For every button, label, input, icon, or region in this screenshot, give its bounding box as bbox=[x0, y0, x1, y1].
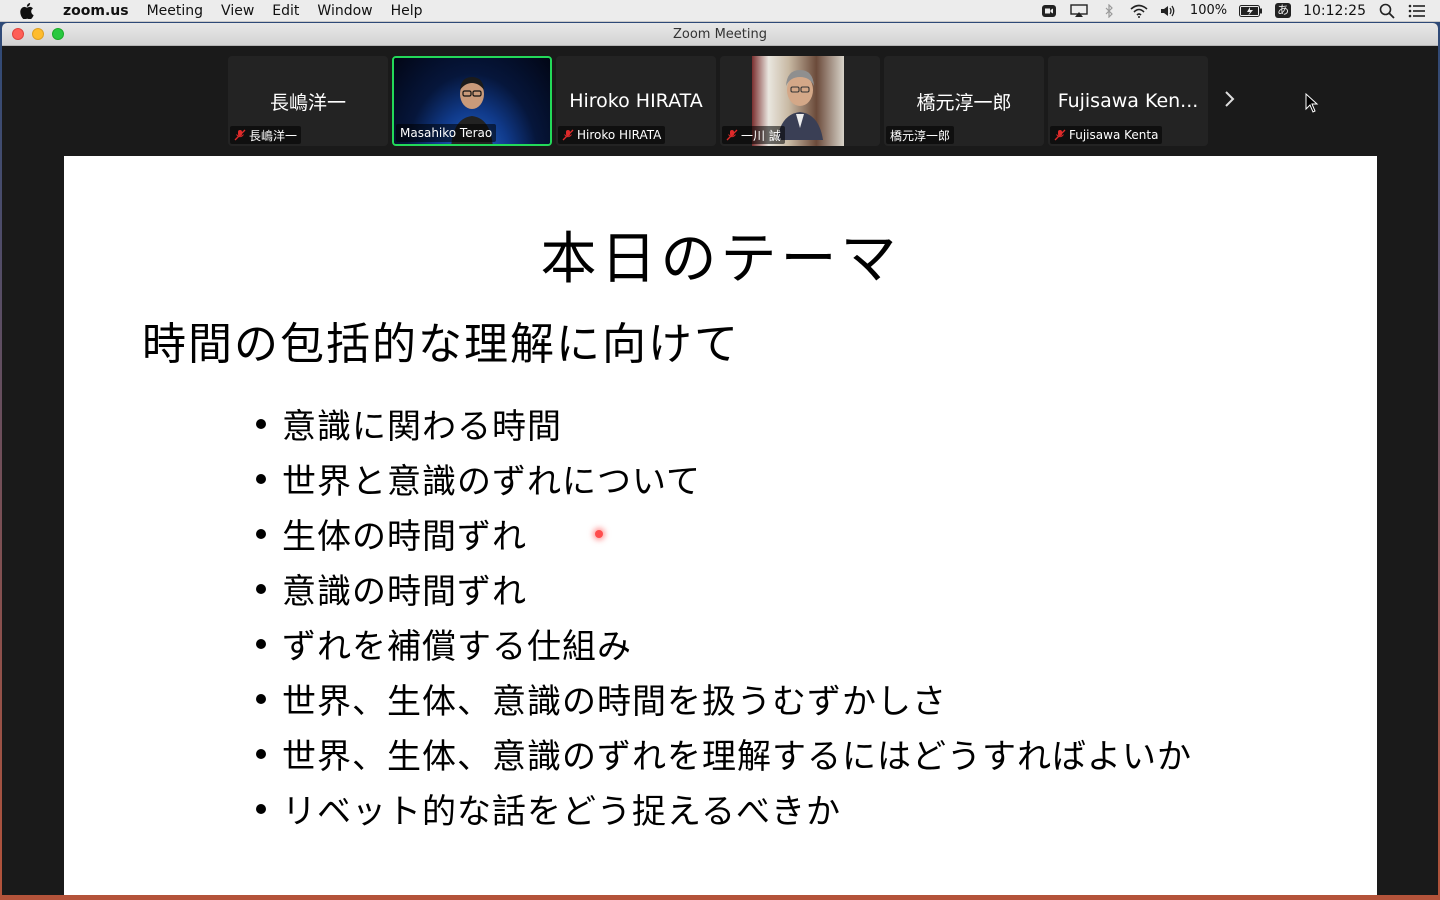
volume-icon[interactable] bbox=[1160, 4, 1178, 18]
menu-clock[interactable]: 10:12:25 bbox=[1303, 3, 1366, 19]
close-window-button[interactable] bbox=[12, 28, 24, 40]
mic-muted-icon bbox=[234, 129, 246, 141]
participant-display-name: 長嶋洋一 bbox=[269, 91, 346, 114]
window-titlebar[interactable]: Zoom Meeting bbox=[2, 23, 1438, 46]
slide-bullet-text: 世界、生体、意識のずれを理解するにはどうすればよいか bbox=[282, 737, 1192, 777]
participant-label-text: Masahiko Terao bbox=[400, 126, 493, 140]
next-participants-chevron-icon[interactable] bbox=[1224, 89, 1236, 113]
zoom-icon[interactable] bbox=[1040, 4, 1058, 18]
mic-muted-icon bbox=[1054, 129, 1066, 141]
bullet-dot-icon bbox=[256, 583, 266, 594]
bullet-dot-icon bbox=[256, 473, 266, 484]
slide-bullet-text: 意識の時間ずれ bbox=[282, 572, 527, 612]
bullet-dot-icon bbox=[256, 748, 266, 759]
participant-tile[interactable]: 橋元淳一郎 橋元淳一郎 bbox=[884, 56, 1044, 146]
participant-tile[interactable]: Fujisawa Ken... Fujisawa Kenta bbox=[1048, 56, 1208, 146]
participant-label-text: Hiroko HIRATA bbox=[577, 128, 662, 142]
slide-bullet: 世界、生体、意識の時間を扱うむずかしさ bbox=[256, 671, 1192, 726]
spotlight-icon[interactable] bbox=[1378, 3, 1396, 19]
bullet-dot-icon bbox=[256, 693, 266, 704]
bullet-dot-icon bbox=[256, 638, 266, 649]
menu-bar: zoom.us Meeting View Edit Window Help 10… bbox=[0, 0, 1440, 22]
participant-display-name: Fujisawa Ken... bbox=[1057, 90, 1199, 112]
slide-title: 本日のテーマ bbox=[540, 227, 901, 292]
menu-edit[interactable]: Edit bbox=[263, 3, 308, 19]
apple-menu-icon[interactable] bbox=[0, 2, 54, 19]
slide-bullet: 世界と意識のずれについて bbox=[256, 451, 1192, 506]
participant-label-text: 長嶋洋一 bbox=[249, 128, 298, 143]
participant-label: 長嶋洋一 bbox=[230, 126, 302, 144]
mouse-cursor-icon bbox=[1305, 93, 1319, 113]
slide-bullet-text: 意識に関わる時間 bbox=[282, 407, 562, 447]
slide-bullet: 意識の時間ずれ bbox=[256, 561, 1192, 616]
participant-label: 一川 誠 bbox=[722, 126, 785, 144]
participant-label: Fujisawa Kenta bbox=[1050, 126, 1163, 144]
battery-percent: 100% bbox=[1189, 3, 1228, 18]
participant-label-text: 橋元淳一郎 bbox=[890, 128, 951, 143]
slide-bullet: 生体の時間ずれ bbox=[256, 506, 1192, 561]
slide-bullet-list: 意識に関わる時間 世界と意識のずれについて 生体の時間ずれ 意識の時間ずれ ずれ… bbox=[256, 396, 1192, 836]
window-title: Zoom Meeting bbox=[672, 26, 768, 42]
bluetooth-icon[interactable] bbox=[1100, 3, 1118, 18]
participant-label-text: Fujisawa Kenta bbox=[1069, 128, 1159, 142]
slide-bullet-text: リベット的な話をどう捉えるべきか bbox=[282, 792, 841, 832]
participant-strip: 長嶋洋一 長嶋洋一 Masahiko Terao Hiroko HIRATA H… bbox=[228, 56, 1208, 146]
slide-subtitle: 時間の包括的な理解に向けて bbox=[142, 319, 740, 370]
participant-tile[interactable]: 長嶋洋一 長嶋洋一 bbox=[228, 56, 388, 146]
menu-app-name[interactable]: zoom.us bbox=[54, 3, 138, 19]
slide-bullet-text: 生体の時間ずれ bbox=[282, 517, 527, 557]
bullet-dot-icon bbox=[256, 418, 266, 429]
mic-muted-icon bbox=[726, 129, 738, 141]
participant-tile[interactable]: Hiroko HIRATA Hiroko HIRATA bbox=[556, 56, 716, 146]
menu-window[interactable]: Window bbox=[308, 3, 381, 19]
bullet-dot-icon bbox=[256, 528, 266, 539]
mic-muted-icon bbox=[562, 129, 574, 141]
airplay-icon[interactable] bbox=[1070, 3, 1088, 18]
bullet-dot-icon bbox=[256, 803, 266, 814]
participant-display-name: Hiroko HIRATA bbox=[569, 90, 703, 112]
slide-bullet: 意識に関わる時間 bbox=[256, 396, 1192, 451]
participant-label-text: 一川 誠 bbox=[741, 128, 781, 143]
slide-bullet-text: 世界、生体、意識の時間を扱うむずかしさ bbox=[282, 682, 947, 722]
participant-tile-active-speaker[interactable]: Masahiko Terao bbox=[392, 56, 552, 146]
slide-bullet-text: 世界と意識のずれについて bbox=[282, 462, 701, 502]
menu-meeting[interactable]: Meeting bbox=[138, 3, 212, 19]
maximize-window-button[interactable] bbox=[52, 28, 64, 40]
participant-label: Hiroko HIRATA bbox=[558, 126, 666, 144]
control-center-icon[interactable] bbox=[1408, 4, 1426, 18]
participant-tile[interactable]: 一川 誠 bbox=[720, 56, 880, 146]
slide-bullet: ずれを補償する仕組み bbox=[256, 616, 1192, 671]
menu-help[interactable]: Help bbox=[382, 3, 432, 19]
shared-screen-slide[interactable]: 本日のテーマ 時間の包括的な理解に向けて 意識に関わる時間 世界と意識のずれにつ… bbox=[64, 156, 1377, 895]
battery-icon[interactable] bbox=[1239, 4, 1263, 18]
laser-pointer-dot bbox=[595, 530, 603, 538]
slide-bullet-text: ずれを補償する仕組み bbox=[282, 627, 632, 667]
wifi-icon[interactable] bbox=[1130, 4, 1148, 18]
participant-display-name: 橋元淳一郎 bbox=[916, 91, 1012, 114]
participant-label: 橋元淳一郎 bbox=[886, 126, 955, 144]
slide-bullet: リベット的な話をどう捉えるべきか bbox=[256, 781, 1192, 836]
minimize-window-button[interactable] bbox=[32, 28, 44, 40]
zoom-window: Zoom Meeting 長嶋洋一 長嶋洋一 Masahiko Terao Hi… bbox=[2, 23, 1438, 895]
participant-label: Masahiko Terao bbox=[396, 124, 497, 142]
input-source-icon[interactable]: あ bbox=[1275, 3, 1292, 18]
menu-view[interactable]: View bbox=[212, 3, 263, 19]
slide-bullet: 世界、生体、意識のずれを理解するにはどうすればよいか bbox=[256, 726, 1192, 781]
